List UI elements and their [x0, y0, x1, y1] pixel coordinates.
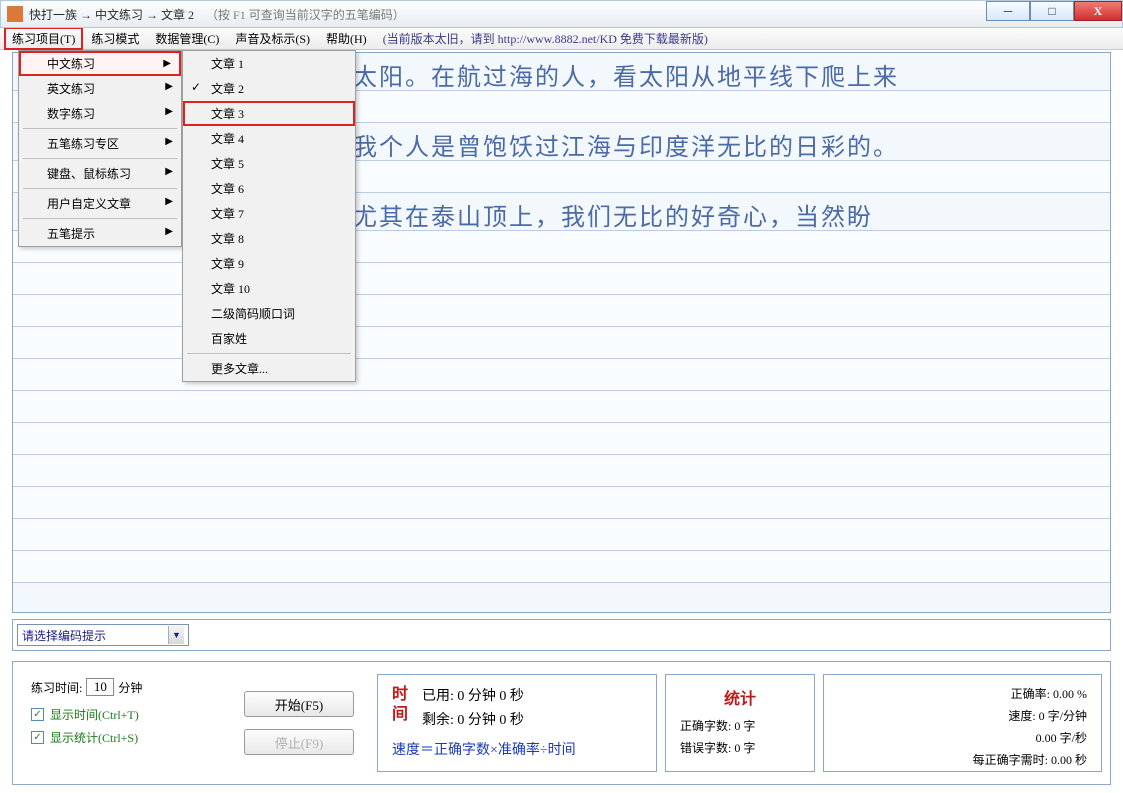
time-box: 时间 已用: 0 分钟 0 秒 剩余: 0 分钟 0 秒 速度＝正确字数×准确率…: [377, 674, 657, 772]
title-bar: 快打一族 → 中文练习 → 文章 2 （按 F1 可查询当前汉字的五笔编码） ─…: [0, 0, 1123, 28]
submenu-surnames[interactable]: 百家姓: [183, 326, 355, 351]
submenu-more-articles[interactable]: 更多文章...: [183, 356, 355, 381]
submenu-practice-category: 中文练习▶ 英文练习▶ 数字练习▶ 五笔练习专区▶ 键盘、鼠标练习▶ 用户自定义…: [18, 50, 182, 247]
practice-time-label: 练习时间:: [31, 679, 82, 696]
minimize-button[interactable]: ─: [986, 1, 1030, 21]
practice-blank-10[interactable]: [13, 551, 1110, 583]
time-left: 剩余: 0 分钟 0 秒: [392, 709, 642, 729]
encoding-select-value: 请选择编码提示: [22, 627, 106, 644]
wrong-chars: 错误字数: 0 字: [680, 739, 800, 757]
menu-notice: (当前版本太旧，请到 http://www.8882.net/KD 免费下载最新…: [375, 30, 708, 47]
encoding-select[interactable]: 请选择编码提示 ▼: [17, 624, 189, 646]
window-title: 快打一族 → 中文练习 → 文章 2: [29, 6, 194, 23]
menu-practice-mode[interactable]: 练习模式: [83, 27, 147, 50]
submenu-articles: 文章 1 ✓文章 2 文章 3 文章 4 文章 5 文章 6 文章 7 文章 8…: [182, 50, 356, 382]
submenu-item-custom[interactable]: 用户自定义文章▶: [19, 191, 181, 216]
time-per-char: 每正确字需时: 0.00 秒: [838, 751, 1087, 769]
practice-blank-4[interactable]: [13, 359, 1110, 391]
menu-separator: [23, 218, 177, 219]
submenu-article-4[interactable]: 文章 4: [183, 126, 355, 151]
menu-practice-items[interactable]: 练习项目(T): [4, 27, 83, 50]
check-icon: ✓: [191, 80, 201, 95]
checkbox-icon: ✓: [31, 708, 44, 721]
submenu-article-2[interactable]: ✓文章 2: [183, 76, 355, 101]
menu-bar: 练习项目(T) 练习模式 数据管理(C) 声音及标示(S) 帮助(H) (当前版…: [0, 28, 1123, 50]
submenu-arrow-icon: ▶: [165, 166, 173, 177]
menu-data-manage[interactable]: 数据管理(C): [147, 27, 227, 50]
control-buttons: 开始(F5) 停止(F9): [229, 674, 369, 772]
submenu-arrow-icon: ▶: [165, 196, 173, 207]
menu-separator: [187, 353, 351, 354]
submenu-article-3[interactable]: 文章 3: [183, 101, 355, 126]
menu-help[interactable]: 帮助(H): [318, 27, 375, 50]
submenu-arrow-icon: ▶: [165, 136, 173, 147]
stats-box: 统计 正确字数: 0 字 错误字数: 0 字: [665, 674, 815, 772]
speed-per-sec: 0.00 字/秒: [838, 729, 1087, 747]
time-used: 已用: 0 分钟 0 秒: [392, 685, 642, 705]
practice-blank-8[interactable]: [13, 487, 1110, 519]
practice-time-unit: 分钟: [118, 679, 142, 696]
accuracy: 正确率: 0.00 %: [838, 685, 1087, 703]
submenu-simple-code[interactable]: 二级简码顺口词: [183, 301, 355, 326]
submenu-item-keyboard[interactable]: 键盘、鼠标练习▶: [19, 161, 181, 186]
window-controls: ─ □ X: [986, 1, 1122, 21]
submenu-article-6[interactable]: 文章 6: [183, 176, 355, 201]
bottom-panel: 练习时间: 10 分钟 ✓ 显示时间(Ctrl+T) ✓ 显示统计(Ctrl+S…: [12, 661, 1111, 785]
speed-per-min: 速度: 0 字/分钟: [838, 707, 1087, 725]
maximize-button[interactable]: □: [1030, 1, 1074, 21]
metrics-box: 正确率: 0.00 % 速度: 0 字/分钟 0.00 字/秒 每正确字需时: …: [823, 674, 1102, 772]
time-header: 时间: [392, 685, 412, 725]
practice-blank-9[interactable]: [13, 519, 1110, 551]
submenu-article-10[interactable]: 文章 10: [183, 276, 355, 301]
menu-separator: [23, 158, 177, 159]
submenu-article-5[interactable]: 文章 5: [183, 151, 355, 176]
menu-separator: [23, 128, 177, 129]
speed-formula: 速度＝正确字数×准确率÷时间: [392, 739, 642, 759]
checkbox-icon: ✓: [31, 731, 44, 744]
submenu-article-9[interactable]: 文章 9: [183, 251, 355, 276]
checkbox-show-stats[interactable]: ✓ 显示统计(Ctrl+S): [31, 729, 211, 746]
practice-blank-2[interactable]: [13, 295, 1110, 327]
close-button[interactable]: X: [1074, 1, 1122, 21]
submenu-arrow-icon: ▶: [165, 226, 173, 237]
app-icon: [7, 6, 23, 22]
practice-blank-5[interactable]: [13, 391, 1110, 423]
submenu-article-1[interactable]: 文章 1: [183, 51, 355, 76]
submenu-item-wubi-hint[interactable]: 五笔提示▶: [19, 221, 181, 246]
menu-sound[interactable]: 声音及标示(S): [227, 27, 318, 50]
encoding-bar: 请选择编码提示 ▼: [12, 619, 1111, 651]
correct-chars: 正确字数: 0 字: [680, 717, 800, 735]
menu-separator: [23, 188, 177, 189]
submenu-article-8[interactable]: 文章 8: [183, 226, 355, 251]
stop-button[interactable]: 停止(F9): [244, 729, 354, 755]
submenu-item-chinese[interactable]: 中文练习▶: [19, 51, 181, 76]
title-hint: （按 F1 可查询当前汉字的五笔编码）: [206, 6, 405, 23]
practice-time-input[interactable]: 10: [86, 678, 114, 696]
checkbox-show-time[interactable]: ✓ 显示时间(Ctrl+T): [31, 706, 211, 723]
submenu-item-wubi-zone[interactable]: 五笔练习专区▶: [19, 131, 181, 156]
practice-blank-7[interactable]: [13, 455, 1110, 487]
practice-blank-3[interactable]: [13, 327, 1110, 359]
start-button[interactable]: 开始(F5): [244, 691, 354, 717]
practice-blank-6[interactable]: [13, 423, 1110, 455]
practice-blank-1[interactable]: [13, 263, 1110, 295]
submenu-article-7[interactable]: 文章 7: [183, 201, 355, 226]
submenu-item-english[interactable]: 英文练习▶: [19, 76, 181, 101]
time-settings: 练习时间: 10 分钟 ✓ 显示时间(Ctrl+T) ✓ 显示统计(Ctrl+S…: [21, 674, 221, 772]
submenu-arrow-icon: ▶: [165, 106, 173, 117]
submenu-arrow-icon: ▶: [163, 58, 171, 69]
stats-header: 统计: [680, 685, 800, 709]
submenu-item-number[interactable]: 数字练习▶: [19, 101, 181, 126]
dropdown-arrow-icon: ▼: [168, 626, 184, 644]
submenu-arrow-icon: ▶: [165, 81, 173, 92]
